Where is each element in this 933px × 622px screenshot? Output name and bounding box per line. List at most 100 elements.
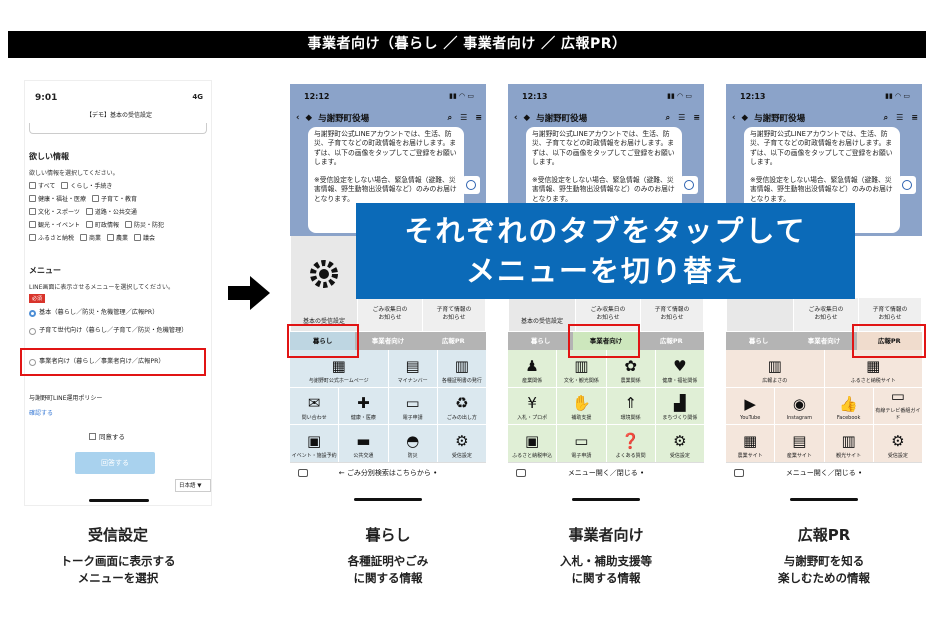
menu-icon[interactable]: ≡: [911, 113, 918, 123]
back-icon[interactable]: ‹: [732, 113, 736, 123]
tab-2[interactable]: 広報PR: [638, 332, 704, 350]
home-indicator: [89, 499, 149, 502]
childcare-info-tile[interactable]: 子育て情報の お知らせ: [423, 298, 485, 331]
answer-button[interactable]: 回答する: [75, 452, 155, 474]
menu-option-childcare[interactable]: 子育て世代向け（暮らし／子育て／防災・危機管理）: [29, 326, 207, 336]
menu-tile[interactable]: ▶ YouTube: [726, 387, 775, 425]
keyboard-icon[interactable]: [298, 469, 308, 477]
menu-tile[interactable]: ▣ イベント・施設予約: [290, 425, 339, 462]
list-icon[interactable]: ☰: [460, 113, 467, 123]
menu-toggle-bar[interactable]: ← ごみ分別検索はこちらから •: [290, 462, 486, 482]
highlight-tab-kurashi: [287, 324, 359, 358]
keyboard-icon[interactable]: [516, 469, 526, 477]
menu-tile[interactable]: ✉ 問い合わせ: [290, 387, 339, 425]
interest-checkbox[interactable]: くらし・手続き: [61, 181, 112, 190]
search-icon[interactable]: ⌕: [884, 113, 888, 123]
menu-tile[interactable]: ✋ 補助支援: [557, 387, 606, 425]
menu-tile[interactable]: ▤ マイナンバー: [388, 350, 437, 387]
collapsed-select[interactable]: [29, 123, 207, 134]
menu-tile[interactable]: ▭ 電子申請: [388, 387, 437, 425]
tab-1[interactable]: 事業者向け: [791, 332, 857, 350]
keyboard-icon[interactable]: [734, 469, 744, 477]
menu-toggle-bar[interactable]: メニュー開く／閉じる •: [726, 462, 922, 482]
interest-checkbox[interactable]: 文化・スポーツ: [29, 207, 80, 216]
menu-tile[interactable]: ▥ 各種証明書の発行: [437, 350, 486, 387]
interest-checkbox[interactable]: すべて: [29, 181, 55, 190]
language-select[interactable]: 日本語 ▼: [175, 479, 211, 492]
interest-checkbox[interactable]: 観光・イベント: [29, 220, 80, 229]
tab-0[interactable]: 暮らし: [726, 332, 792, 350]
tile-icon: ▥: [767, 356, 782, 375]
menu-tile[interactable]: ¥ 入札・プロポ: [508, 387, 557, 425]
menu-tile[interactable]: ▬ 公共交通: [339, 425, 388, 462]
tile-icon: ♥: [673, 356, 687, 375]
search-icon[interactable]: ⌕: [666, 113, 670, 123]
menu-tile[interactable]: ▦ 農業サイト: [726, 425, 775, 462]
menu-tile[interactable]: ▣ ふるさと納税申込: [508, 425, 557, 462]
checkbox-icon: [89, 432, 96, 440]
menu-tile[interactable]: ▟ まちづくり関係: [655, 387, 704, 425]
garbage-day-tile[interactable]: ごみ収集日の お知らせ: [794, 298, 858, 331]
network-indicator: 4G: [192, 93, 203, 101]
shield-icon: ◆: [523, 113, 531, 123]
checkbox-row: 健康・福祉・医療 子育て・教育: [29, 194, 137, 203]
list-icon[interactable]: ☰: [896, 113, 903, 123]
menu-heading: メニュー: [29, 266, 61, 275]
tab-1[interactable]: 事業者向け: [355, 332, 421, 350]
tile-icon: ▣: [307, 432, 322, 450]
menu-tile[interactable]: ◓ 防災: [388, 425, 437, 462]
interest-checkbox[interactable]: 健康・福祉・医療: [29, 194, 86, 203]
search-icon[interactable]: ⌕: [448, 113, 452, 123]
menu-option-basic[interactable]: 基本（暮らし／防災・危機管理／広報PR）: [29, 308, 207, 318]
settings-phone: 9:01 4G 【デモ】基本の受信設定 欲しい情報 欲しい情報を選択してください…: [24, 80, 212, 506]
interest-checkbox[interactable]: 議会: [134, 233, 155, 242]
share-icon[interactable]: [680, 176, 698, 194]
interest-checkbox[interactable]: ふるさと納税: [29, 233, 74, 242]
signal-icon: ▮▮ ◠ ▭: [449, 92, 474, 100]
list-icon[interactable]: ☰: [678, 113, 685, 123]
menu-tile[interactable]: ⇑ 環境関係: [606, 387, 655, 425]
menu-tile[interactable]: ▥ 観光サイト: [824, 425, 873, 462]
confirm-link[interactable]: 確認する: [29, 408, 53, 417]
menu-tile[interactable]: ♻ ごみの出し方: [437, 387, 486, 425]
tile-icon: ▦: [743, 432, 758, 450]
menu-tile[interactable]: ⚙ 受信設定: [437, 425, 486, 462]
agree-checkbox[interactable]: 同意する: [89, 431, 125, 441]
menu-icon[interactable]: ≡: [475, 113, 482, 123]
tile-icon: ▭: [890, 387, 905, 406]
menu-tile[interactable]: ▤ 産業サイト: [775, 425, 824, 462]
back-icon[interactable]: ‹: [296, 113, 300, 123]
checkbox-icon: [29, 234, 36, 241]
interest-checkbox[interactable]: 町政情報: [86, 220, 119, 229]
tab-0[interactable]: 暮らし: [508, 332, 574, 350]
menu-tile[interactable]: ⚙ 受信設定: [873, 425, 922, 462]
checkbox-icon: [80, 234, 88, 241]
menu-icon[interactable]: ≡: [693, 113, 700, 123]
interest-checkbox[interactable]: 子育て・教育: [92, 194, 137, 203]
menu-tile[interactable]: ♟ 産業関係: [508, 350, 557, 387]
settings-tile[interactable]: 基本の受信設定: [291, 236, 357, 331]
interest-checkbox[interactable]: 商業: [80, 233, 101, 242]
menu-tile[interactable]: ✚ 健康・医療: [339, 387, 388, 425]
menu-tile[interactable]: 👍 Facebook: [824, 387, 873, 425]
menu-tile[interactable]: ▭ 電子申請: [557, 425, 606, 462]
share-icon[interactable]: [898, 176, 916, 194]
signal-icon: ▮▮ ◠ ▭: [667, 92, 692, 100]
menu-tile[interactable]: ▥ 広報よさの: [726, 350, 824, 387]
menu-tile[interactable]: ♥ 健康・福祉関係: [655, 350, 704, 387]
interest-checkbox[interactable]: 防災・防犯: [125, 220, 164, 229]
garbage-day-tile[interactable]: ごみ収集日の お知らせ: [358, 298, 422, 331]
interest-checkbox[interactable]: 道路・公共交通: [85, 207, 137, 216]
menu-tile[interactable]: ⚙ 受信設定: [655, 425, 704, 462]
menu-tile[interactable]: ◉ Instagram: [775, 387, 824, 425]
share-icon[interactable]: [462, 176, 480, 194]
back-icon[interactable]: ‹: [514, 113, 518, 123]
menu-tile[interactable]: ▭ 有線テレビ番組ガイド: [873, 387, 922, 425]
caption-title: 事業者向け: [568, 526, 644, 544]
home-indicator: [572, 498, 640, 501]
tab-2[interactable]: 広報PR: [420, 332, 486, 350]
menu-tile[interactable]: ❓ よくある質問: [606, 425, 655, 462]
menu-toggle-bar[interactable]: メニュー開く／閉じる •: [508, 462, 704, 482]
childcare-info-tile[interactable]: 子育て情報の お知らせ: [641, 298, 703, 331]
interest-checkbox[interactable]: 農業: [107, 233, 128, 242]
